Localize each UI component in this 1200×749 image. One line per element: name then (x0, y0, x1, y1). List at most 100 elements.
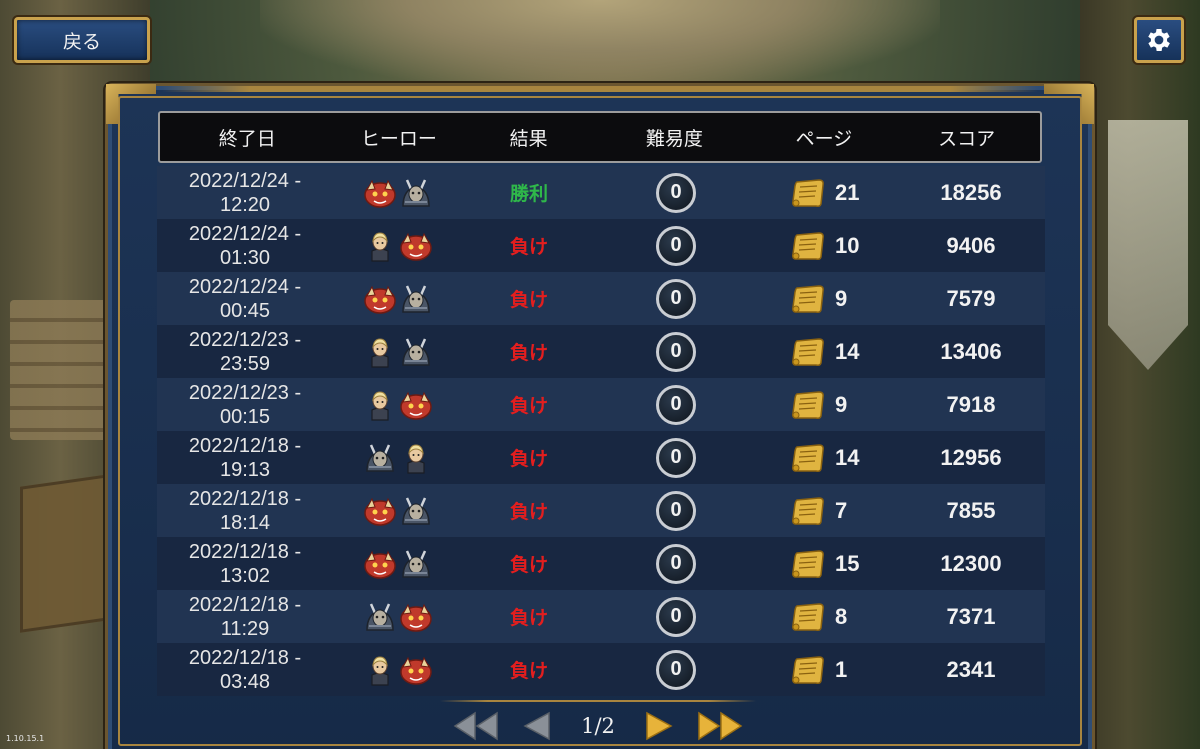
pages-value: 9 (835, 391, 848, 417)
result-label: 負け (509, 660, 548, 682)
pages-value: 10 (835, 232, 860, 258)
settings-button[interactable] (1134, 17, 1184, 63)
end-date: 2022/12/23 - 23:59 (188, 328, 302, 375)
column-header-end-date: 終了日 (218, 127, 276, 150)
difficulty-cell: 0 (595, 543, 757, 584)
page-scroll-icon (792, 390, 824, 419)
end-date-cell: 2022/12/18 - 18:14 (157, 487, 333, 535)
hero-cell (333, 282, 463, 316)
hero-red-beast-icon (363, 547, 397, 581)
end-date-cell: 2022/12/18 - 03:48 (157, 646, 333, 694)
page-scroll-icon (792, 549, 824, 578)
table-row: 2022/12/24 - 00:45 負け 0 9 7579 (157, 272, 1045, 325)
double-chevron-left-icon (453, 711, 498, 741)
end-date-cell: 2022/12/23 - 23:59 (157, 328, 333, 376)
end-date-cell: 2022/12/24 - 00:45 (157, 275, 333, 323)
column-header-difficulty: 難易度 (645, 127, 703, 150)
pages-value: 8 (835, 603, 848, 629)
hero-armored-knight-icon (399, 494, 433, 528)
chevron-left-icon (523, 711, 550, 741)
score-cell: 9406 (897, 233, 1045, 259)
hero-red-beast-icon (363, 494, 397, 528)
end-date: 2022/12/18 - 13:02 (188, 540, 302, 587)
last-page-button[interactable] (697, 706, 743, 746)
difficulty-cell: 0 (595, 384, 757, 425)
hero-cell (333, 335, 463, 369)
score-value: 12300 (940, 550, 1002, 576)
end-date: 2022/12/23 - 00:15 (188, 381, 302, 428)
score-value: 7371 (946, 603, 996, 629)
hero-cell (333, 653, 463, 687)
score-cell: 7855 (897, 498, 1045, 524)
score-value: 7918 (946, 391, 996, 417)
result-label: 負け (509, 448, 548, 470)
page-indicator: 1/2 (581, 714, 615, 738)
table-row: 2022/12/18 - 18:14 負け 0 7 7855 (157, 484, 1045, 537)
pages-value: 14 (835, 444, 860, 470)
end-date-cell: 2022/12/24 - 01:30 (157, 222, 333, 270)
gear-icon (1148, 29, 1170, 51)
hero-cell (333, 494, 463, 528)
end-date-cell: 2022/12/18 - 11:29 (157, 593, 333, 641)
difficulty-badge: 0 (656, 596, 696, 637)
difficulty-badge: 0 (656, 225, 696, 266)
panel-top-ornament (162, 86, 1038, 92)
score-value: 7579 (946, 285, 996, 311)
end-date-cell: 2022/12/24 - 12:20 (157, 169, 333, 217)
pages-cell: 10 (757, 231, 897, 261)
hero-red-beast-icon (399, 600, 433, 634)
score-cell: 12300 (897, 551, 1045, 577)
result-cell: 負け (463, 550, 595, 577)
score-cell: 12956 (897, 445, 1045, 471)
score-value: 2341 (946, 656, 996, 682)
difficulty-cell: 0 (595, 596, 757, 637)
first-page-button[interactable] (453, 706, 499, 746)
result-label: 負け (509, 289, 548, 311)
table-row: 2022/12/23 - 00:15 負け 0 9 7918 (157, 378, 1045, 431)
back-button[interactable]: 戻る (14, 17, 150, 63)
end-date: 2022/12/18 - 03:48 (188, 646, 302, 693)
score-cell: 18256 (897, 180, 1045, 206)
result-cell: 負け (463, 338, 595, 365)
hero-red-beast-icon (399, 653, 433, 687)
pagination: 1/2 (440, 700, 756, 749)
hero-red-beast-icon (399, 388, 433, 422)
panel-corner-ornament (106, 84, 156, 124)
score-value: 18256 (940, 179, 1002, 205)
panel-corner-ornament (1044, 84, 1094, 124)
difficulty-cell: 0 (595, 331, 757, 372)
prev-page-button[interactable] (513, 706, 559, 746)
next-page-button[interactable] (637, 706, 683, 746)
result-cell: 負け (463, 497, 595, 524)
score-cell: 2341 (897, 657, 1045, 683)
difficulty-cell: 0 (595, 172, 757, 213)
pages-value: 7 (835, 497, 848, 523)
difficulty-badge: 0 (656, 490, 696, 531)
hero-armored-knight-icon (399, 335, 433, 369)
table-header: 終了日 ヒーロー 結果 難易度 ページ スコア (158, 111, 1042, 163)
background-tree (260, 0, 940, 90)
page-scroll-icon (792, 496, 824, 525)
score-value: 7855 (946, 497, 996, 523)
pages-value: 14 (835, 338, 860, 364)
end-date: 2022/12/18 - 11:29 (188, 593, 302, 640)
difficulty-cell: 0 (595, 437, 757, 478)
table-row: 2022/12/23 - 23:59 負け 0 14 13406 (157, 325, 1045, 378)
end-date: 2022/12/24 - 12:20 (188, 169, 302, 216)
page-scroll-icon (792, 337, 824, 366)
page-scroll-icon (792, 655, 824, 684)
background-right (1080, 0, 1200, 749)
hero-cell (333, 229, 463, 263)
page-scroll-icon (792, 284, 824, 313)
hero-blonde-warrior-icon (363, 653, 397, 687)
page-scroll-icon (792, 178, 824, 207)
score-cell: 7371 (897, 604, 1045, 630)
score-cell: 7918 (897, 392, 1045, 418)
pages-cell: 7 (757, 496, 897, 526)
difficulty-badge: 0 (656, 543, 696, 584)
hero-cell (333, 547, 463, 581)
hero-armored-knight-icon (399, 282, 433, 316)
pages-value: 9 (835, 285, 848, 311)
column-header-result: 結果 (509, 127, 548, 150)
result-label: 負け (509, 501, 548, 523)
